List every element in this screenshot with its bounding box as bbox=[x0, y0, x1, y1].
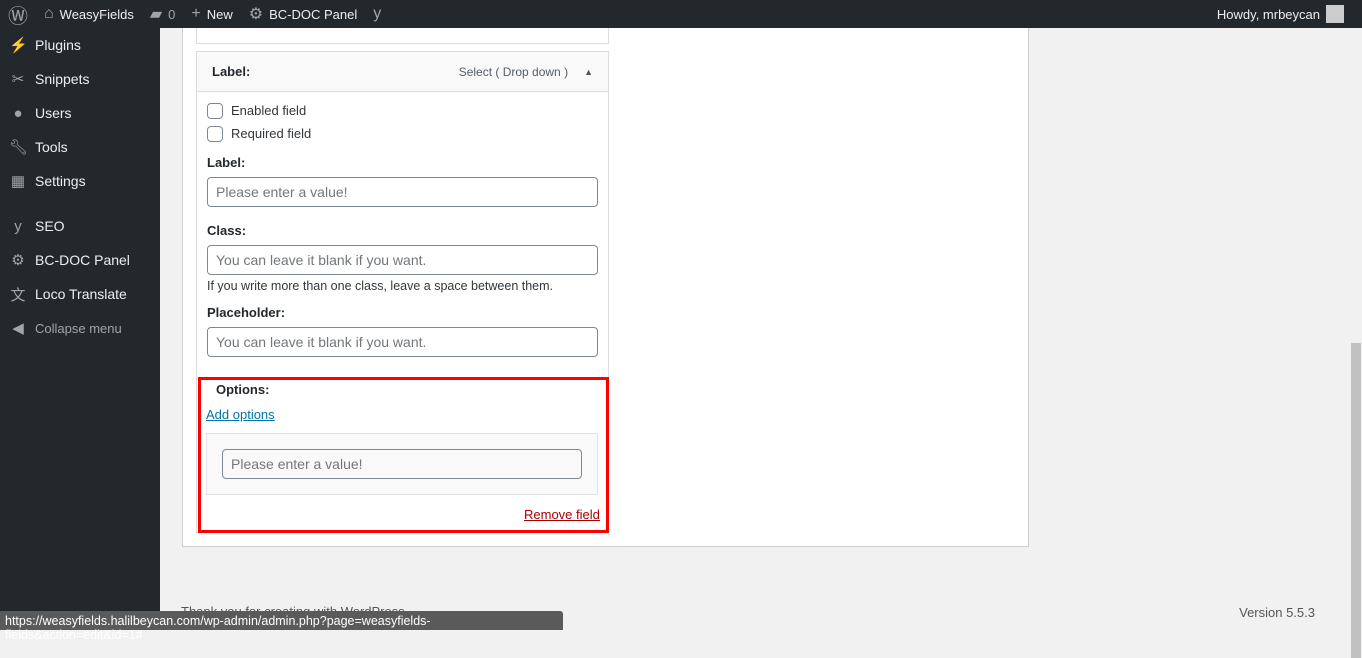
yoast-icon: y bbox=[14, 217, 22, 235]
class-hint: If you write more than one class, leave … bbox=[207, 279, 554, 293]
wordpress-icon: Ⓦ bbox=[8, 5, 28, 28]
field-header-label: Label: bbox=[212, 64, 251, 79]
avatar bbox=[1326, 5, 1344, 23]
footer-version: Version 5.5.3 bbox=[1239, 605, 1315, 620]
label-input[interactable]: Please enter a value! bbox=[207, 177, 598, 207]
new-content-link[interactable]: + New bbox=[183, 0, 240, 28]
collapse-icon: ◀ bbox=[12, 320, 24, 337]
options-container: Please enter a value! bbox=[206, 433, 598, 495]
label: Collapse menu bbox=[35, 320, 122, 336]
plug-icon: ⚡ bbox=[9, 37, 28, 54]
label: Required field bbox=[231, 126, 312, 141]
yoast-icon: y bbox=[373, 5, 382, 22]
greeting: Howdy, mrbeycan bbox=[1216, 6, 1320, 22]
options-title: Options: bbox=[216, 382, 270, 397]
field-type: Select ( Drop down ) bbox=[458, 64, 569, 79]
site-name-link[interactable]: ⌂ WeasyFields bbox=[36, 0, 142, 28]
label: Enabled field bbox=[231, 103, 307, 118]
label: Tools bbox=[35, 139, 68, 155]
sidebar-item-snippets[interactable]: ✂ Snippets bbox=[0, 62, 160, 96]
label: Snippets bbox=[35, 71, 90, 87]
sidebar-item-bc-doc-panel[interactable]: ⚙ BC-DOC Panel bbox=[0, 243, 160, 277]
comment-icon: ▰ bbox=[149, 6, 163, 23]
scrollbar-thumb[interactable] bbox=[1351, 343, 1361, 658]
user-icon: ● bbox=[13, 104, 23, 122]
enabled-field-checkbox[interactable]: Enabled field bbox=[207, 99, 598, 122]
comment-count: 0 bbox=[168, 6, 176, 22]
sidebar-item-plugins[interactable]: ⚡ Plugins bbox=[0, 28, 160, 62]
previous-field-box bbox=[196, 28, 609, 44]
placeholder-title: Placeholder: bbox=[207, 305, 286, 320]
scissors-icon: ✂ bbox=[11, 71, 25, 88]
gear-icon: ⚙ bbox=[11, 252, 25, 269]
class-input[interactable]: You can leave it blank if you want. bbox=[207, 245, 598, 275]
panel-label: BC-DOC Panel bbox=[269, 6, 358, 22]
scrollbar[interactable] bbox=[1350, 28, 1362, 658]
admin-sidebar: ⚡ Plugins ✂ Snippets ● Users 🔧︎ Tools ▦ Setti… bbox=[0, 28, 160, 630]
remove-field-link[interactable]: Remove field bbox=[524, 507, 600, 522]
label: Loco Translate bbox=[35, 286, 127, 302]
add-options-link[interactable]: Add options bbox=[206, 407, 275, 422]
placeholder-input[interactable]: You can leave it blank if you want. bbox=[207, 327, 598, 357]
sidebar-item-settings[interactable]: ▦ Settings bbox=[0, 164, 160, 198]
field-box-header[interactable]: Label: Select ( Drop down ) ▲ bbox=[197, 52, 608, 92]
admin-bar: Ⓦ ⌂ WeasyFields ▰ 0 + New ⚙ BC-DOC Panel y H… bbox=[0, 0, 1362, 28]
collapse-arrow-icon[interactable]: ▲ bbox=[584, 67, 593, 77]
gear-icon: ⚙ bbox=[248, 6, 264, 23]
checkbox-icon bbox=[207, 102, 223, 119]
label: SEO bbox=[35, 218, 65, 234]
new-label: New bbox=[206, 6, 233, 22]
site-name: WeasyFields bbox=[59, 6, 134, 22]
browser-status-url: https://weasyfields.halilbeycan.com/wp-a… bbox=[0, 611, 563, 642]
collapse-menu[interactable]: ◀ Collapse menu bbox=[0, 311, 160, 345]
yoast-link[interactable]: y bbox=[365, 0, 389, 28]
sidebar-item-seo[interactable]: y SEO bbox=[0, 209, 160, 243]
label: Settings bbox=[35, 173, 86, 189]
checkbox-icon bbox=[207, 125, 223, 142]
account-menu[interactable]: Howdy, mrbeycan bbox=[1209, 0, 1362, 28]
sidebar-item-loco-translate[interactable]: 文 Loco Translate bbox=[0, 277, 160, 311]
comments-link[interactable]: ▰ 0 bbox=[142, 0, 184, 28]
label-title: Label: bbox=[207, 155, 246, 170]
bc-doc-panel-link[interactable]: ⚙ BC-DOC Panel bbox=[241, 0, 365, 28]
label: BC-DOC Panel bbox=[35, 252, 130, 268]
sidebar-item-users[interactable]: ● Users bbox=[0, 96, 160, 130]
sidebar-item-tools[interactable]: 🔧︎ Tools bbox=[0, 130, 160, 164]
translate-icon: 文 bbox=[10, 286, 26, 304]
class-title: Class: bbox=[207, 223, 247, 238]
plus-icon: + bbox=[191, 5, 201, 22]
option-input[interactable]: Please enter a value! bbox=[222, 449, 582, 479]
label: Plugins bbox=[35, 37, 81, 53]
wrench-icon: 🔧︎ bbox=[9, 139, 29, 156]
label: Users bbox=[35, 105, 72, 121]
home-icon: ⌂ bbox=[44, 5, 54, 22]
required-field-checkbox[interactable]: Required field bbox=[207, 122, 598, 145]
wordpress-logo[interactable]: Ⓦ bbox=[0, 0, 36, 28]
settings-icon: ▦ bbox=[10, 173, 26, 190]
